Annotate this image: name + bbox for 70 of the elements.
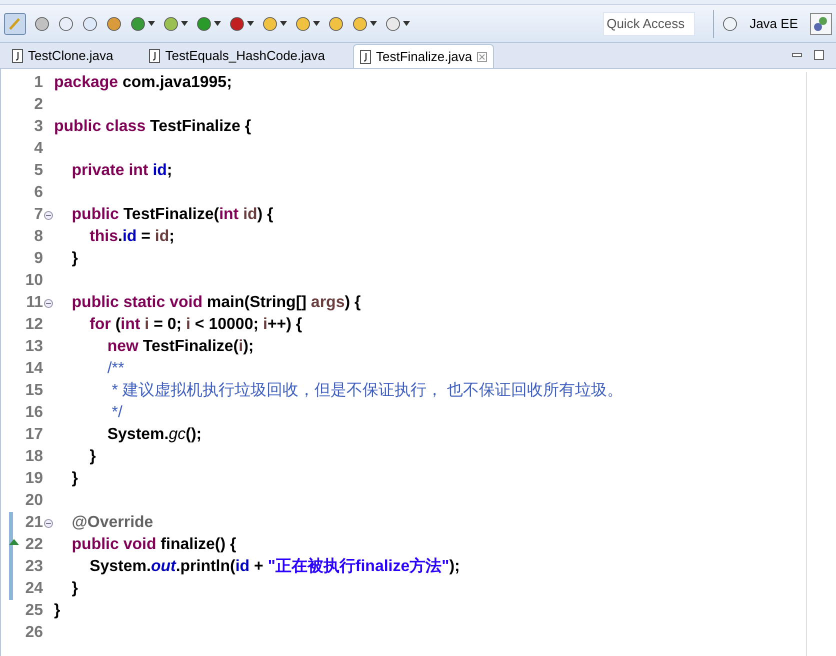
minimize-icon[interactable] [792, 53, 802, 57]
editor-tab[interactable]: TestClone.java [6, 44, 120, 68]
code-line: * 建议虚拟机执行垃圾回收，但是不保证执行， 也不保证回收所有垃圾。 [110, 380, 623, 401]
fold-icon[interactable] [44, 298, 53, 308]
code-line: System.gc(); [106, 425, 202, 445]
fold-icon[interactable] [44, 518, 53, 528]
fold-icon[interactable] [44, 210, 53, 220]
caret-icon[interactable] [247, 21, 254, 26]
maximize-icon[interactable] [814, 50, 824, 60]
close-icon[interactable] [477, 52, 488, 62]
line-number: 22 [25, 535, 43, 555]
caret-icon[interactable] [181, 21, 188, 26]
code-line: } [54, 601, 60, 621]
code-line: System.out.println(id + "正在被执行finalize方法"); [88, 556, 460, 577]
line-number: 23 [25, 557, 43, 577]
perspective-icon[interactable] [810, 12, 832, 34]
code-line: public void finalize() { [70, 535, 236, 555]
line-number: 11 [26, 293, 43, 313]
line-number: 12 [25, 315, 43, 335]
java-file-icon [12, 49, 23, 63]
caret-icon[interactable] [313, 21, 320, 26]
line-number: 19 [25, 469, 43, 489]
code-line: } [70, 249, 78, 269]
code-line: } [88, 447, 96, 467]
line-number: 20 [25, 491, 43, 511]
line-number: 24 [25, 579, 43, 599]
code-line: */ [110, 403, 122, 423]
caret-icon[interactable] [370, 21, 377, 26]
code-line: } [70, 469, 78, 489]
line-number: 1 [34, 73, 43, 93]
caret-icon[interactable] [148, 21, 155, 26]
caret-icon[interactable] [280, 21, 287, 26]
code-line: for (int i = 0; i < 10000; i++) { [88, 315, 302, 335]
code-line: public static void main(String[] args) { [70, 293, 361, 313]
line-number: 26 [25, 623, 43, 643]
line-number: 3 [34, 117, 43, 137]
perspective-button[interactable]: Java EE [746, 10, 802, 36]
code-line: public TestFinalize(int id) { [70, 205, 274, 225]
editor-tab[interactable]: TestEquals_HashCode.java [143, 44, 331, 68]
line-number: 13 [25, 337, 43, 357]
caret-icon[interactable] [214, 21, 221, 26]
line-number: 25 [25, 601, 43, 621]
line-number: 9 [34, 249, 43, 269]
editor-tab[interactable]: TestFinalize.java [353, 44, 494, 68]
line-number: 2 [34, 95, 43, 115]
code-line: @Override [70, 513, 154, 533]
override-triangle-icon[interactable] [9, 539, 19, 545]
java-file-icon [360, 50, 371, 64]
line-number: 6 [34, 183, 43, 203]
line-number: 5 [34, 161, 43, 181]
line-number: 8 [34, 227, 43, 247]
code-line: } [70, 579, 78, 599]
java-file-icon [149, 49, 160, 63]
line-number: 14 [25, 359, 43, 379]
code-line: private int id; [70, 161, 172, 181]
line-number: 18 [25, 447, 43, 467]
line-number: 15 [25, 381, 43, 401]
code-line: public class TestFinalize { [54, 117, 252, 137]
code-line: package com.java1995; [54, 73, 232, 93]
line-number: 16 [25, 403, 43, 423]
line-number: 4 [34, 139, 43, 159]
code-line: this.id = id; [88, 227, 174, 247]
line-number: 7 [34, 205, 43, 225]
code-line: new TestFinalize(i); [106, 337, 254, 357]
line-number: 21 [25, 513, 43, 533]
line-number: 10 [25, 271, 43, 291]
line-number: 17 [25, 425, 43, 445]
caret-icon[interactable] [403, 21, 410, 26]
quick-access-field[interactable]: Quick Access [602, 12, 695, 36]
code-line: /** [106, 359, 124, 379]
